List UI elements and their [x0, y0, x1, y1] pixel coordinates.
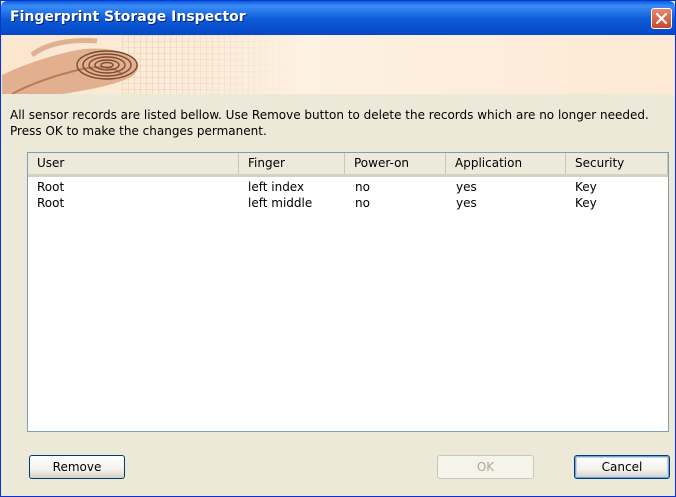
title-bar[interactable]: Fingerprint Storage Inspector	[1, 1, 675, 35]
column-header-power-on[interactable]: Power-on	[345, 153, 446, 174]
remove-button[interactable]: Remove	[29, 455, 125, 479]
cell-user: Root	[37, 196, 65, 210]
list-header: User Finger Power-on Application Securit…	[28, 153, 668, 177]
table-row[interactable]: Root left index no yes Key	[28, 179, 668, 195]
records-list[interactable]: User Finger Power-on Application Securit…	[27, 152, 669, 432]
header-banner	[2, 35, 674, 94]
cell-power-on: no	[355, 196, 370, 210]
window-title: Fingerprint Storage Inspector	[10, 9, 246, 25]
ok-button[interactable]: OK	[437, 455, 534, 479]
cell-application: yes	[456, 196, 477, 210]
list-body: Root left index no yes Key Root left mid…	[28, 179, 668, 211]
close-icon	[655, 12, 668, 25]
cell-application: yes	[456, 180, 477, 194]
close-button[interactable]	[651, 8, 672, 29]
fingerprint-hand-image	[2, 35, 302, 94]
cell-user: Root	[37, 180, 65, 194]
table-row[interactable]: Root left middle no yes Key	[28, 195, 668, 211]
dialog-window: Fingerprint Storage Inspector All sensor…	[0, 0, 676, 497]
cell-power-on: no	[355, 180, 370, 194]
cell-finger: left middle	[248, 196, 313, 210]
cell-security: Key	[575, 196, 597, 210]
column-header-security[interactable]: Security	[566, 153, 668, 174]
column-header-user[interactable]: User	[28, 153, 239, 174]
instructions-text: All sensor records are listed bellow. Us…	[10, 108, 649, 138]
column-header-finger[interactable]: Finger	[239, 153, 345, 174]
cell-security: Key	[575, 180, 597, 194]
cell-finger: left index	[248, 180, 305, 194]
column-header-application[interactable]: Application	[446, 153, 566, 174]
cancel-button[interactable]: Cancel	[574, 455, 670, 479]
